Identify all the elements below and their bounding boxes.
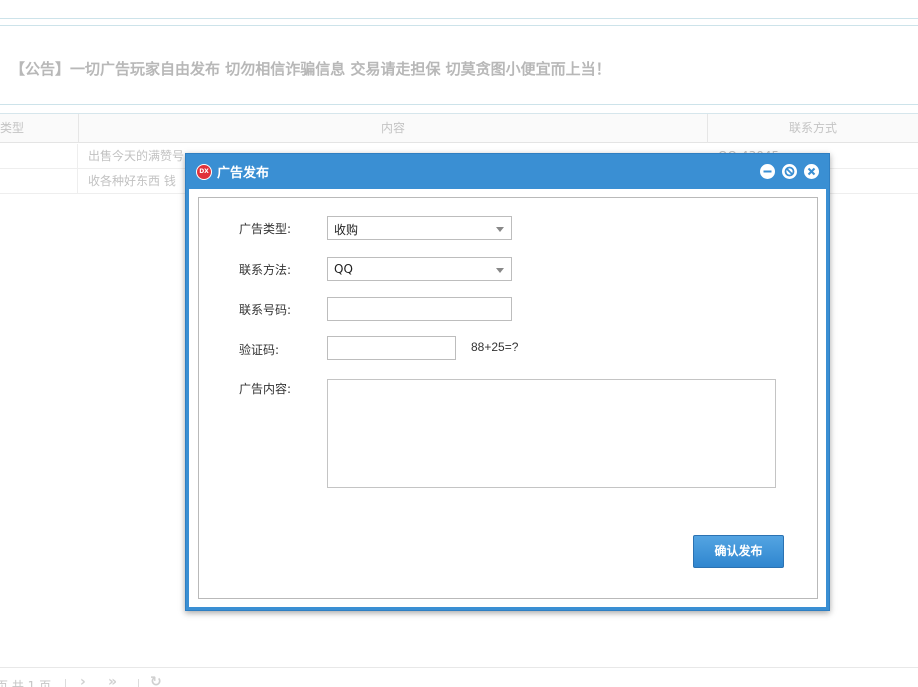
captcha-input[interactable]: [327, 336, 456, 360]
pager-separator: [138, 679, 139, 687]
refresh-icon[interactable]: ↻: [150, 674, 162, 687]
captcha-question: 88+25=?: [471, 340, 519, 354]
row-content-cell: 出售今天的满赞号 要的联系: [88, 149, 185, 163]
contact-method-value: QQ: [334, 262, 353, 276]
last-page-icon[interactable]: »: [108, 674, 117, 687]
chevron-down-icon: [496, 227, 504, 232]
ad-content-label: 广告内容:: [239, 382, 292, 396]
chevron-down-icon: [496, 268, 504, 273]
notice-banner: 【公告】一切广告玩家自由发布 切勿相信诈骗信息 交易请走担保 切莫贪图小便宜而上…: [10, 60, 611, 78]
dialog-body: 广告类型: 收购 联系方法: QQ 联系号码: 验证码: 88+25=? 广告内…: [189, 189, 826, 607]
column-header-contact: 联系方式: [788, 121, 837, 135]
top-divider-2: [0, 25, 918, 26]
top-divider: [0, 18, 918, 19]
contact-number-input[interactable]: [327, 297, 512, 321]
row-type-cell: [0, 169, 78, 193]
pager-separator: [65, 679, 66, 687]
column-header-content: 内容: [78, 114, 708, 143]
captcha-label: 验证码:: [239, 343, 280, 357]
page-count-text: 页 共 1 页: [0, 679, 52, 687]
minimize-icon[interactable]: [760, 164, 775, 179]
ad-content-textarea[interactable]: [327, 379, 776, 488]
row-type-cell: [0, 144, 78, 168]
ad-publish-dialog: DX 广告发布 广告类型: 收购 联系方法: QQ 联系号码: 验证码: 88+…: [185, 153, 830, 611]
close-icon[interactable]: [804, 164, 819, 179]
ad-form: 广告类型: 收购 联系方法: QQ 联系号码: 验证码: 88+25=? 广告内…: [198, 197, 818, 599]
confirm-publish-button[interactable]: 确认发布: [693, 535, 784, 568]
contact-method-select[interactable]: QQ: [327, 257, 512, 281]
column-header-type: 类型: [0, 121, 25, 135]
ad-type-label: 广告类型:: [239, 222, 292, 236]
ads-table-header: 类型 内容 联系方式: [0, 113, 918, 143]
notice-divider: [0, 104, 918, 105]
ad-type-select[interactable]: 收购: [327, 216, 512, 240]
contact-number-label: 联系号码:: [239, 303, 292, 317]
pagination-bar: 页 共 1 页 › » ↻: [0, 667, 918, 687]
app-logo-icon: DX: [196, 164, 212, 180]
dialog-title: 广告发布: [217, 166, 270, 181]
contact-method-label: 联系方法:: [239, 263, 292, 277]
next-page-icon[interactable]: ›: [80, 674, 86, 687]
ad-type-value: 收购: [334, 223, 359, 237]
dialog-titlebar[interactable]: DX 广告发布: [186, 154, 829, 188]
row-content-cell: 收各种好东西 钱: [88, 174, 176, 188]
restore-icon[interactable]: [782, 164, 797, 179]
